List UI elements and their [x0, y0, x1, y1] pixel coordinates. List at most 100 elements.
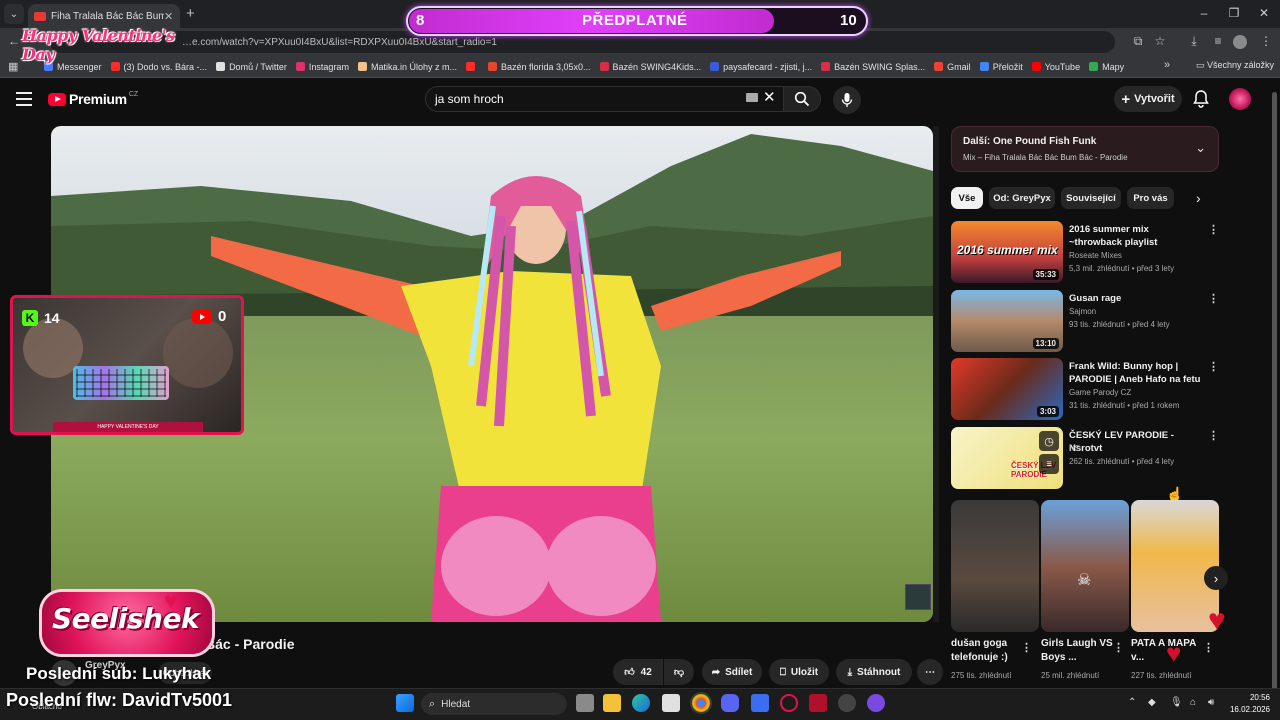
short-more-icon[interactable]: ⋮	[1021, 641, 1032, 654]
taskbar-clock[interactable]: 20:56 16.02.2026	[1228, 692, 1270, 716]
country-code: CZ	[128, 90, 139, 98]
related-video[interactable]: 3:03 Frank Wild: Bunny hop | PARODIE | A…	[951, 358, 1223, 420]
short-more-icon[interactable]: ⋮	[1203, 641, 1214, 654]
create-button[interactable]: + Vytvořit	[1114, 86, 1182, 112]
more-options-icon[interactable]: ⋮	[1208, 292, 1219, 305]
notifications-bell-icon[interactable]	[1192, 89, 1210, 109]
taskbar-search[interactable]: ⌕ Hledat	[421, 693, 567, 715]
edge-icon[interactable]	[632, 694, 650, 712]
bookmark-item[interactable]: (3) Dodo vs. Bára -...	[110, 62, 207, 72]
related-video[interactable]: ČESKÝ LEV PARODIE ◷ ≡ ČESKÝ LEV PARODIE …	[951, 427, 1223, 489]
short-thumbnail[interactable]	[1131, 500, 1219, 632]
tray-overflow-icon[interactable]: ⌃	[1128, 697, 1136, 708]
network-icon[interactable]: ⌂	[1190, 697, 1196, 708]
clear-search-icon[interactable]: ✕	[763, 88, 776, 106]
related-video-channel: Sajmon	[1069, 307, 1097, 316]
like-button[interactable]: 👍︎ 42	[613, 659, 663, 685]
close-window-button[interactable]: ✕	[1256, 6, 1272, 20]
youtube-logo[interactable]: Premium CZ	[48, 91, 138, 107]
video-duration: 3:03	[1036, 406, 1059, 417]
chevron-down-icon[interactable]: ⌄	[1195, 140, 1206, 156]
apps-grid-icon[interactable]: ▦	[8, 60, 22, 73]
clock-date: 16.02.2026	[1229, 705, 1270, 714]
app-icon[interactable]	[809, 694, 827, 712]
download-icon[interactable]: ⤓	[1186, 34, 1202, 49]
discord-icon[interactable]	[721, 694, 739, 712]
new-tab-button[interactable]: +	[186, 5, 195, 22]
more-actions-button[interactable]: ⋯	[917, 659, 943, 685]
bookmark-item[interactable]: Gmail	[934, 62, 971, 72]
opera-icon[interactable]	[780, 694, 798, 712]
bookmark-item[interactable]: Mapy	[1089, 62, 1124, 72]
chrome-icon[interactable]	[692, 694, 710, 712]
short-thumbnail[interactable]: ☠	[1041, 500, 1129, 632]
up-next-panel[interactable]: Další: One Pound Fish Funk Mix – Fiha Tr…	[951, 126, 1219, 172]
more-options-icon[interactable]: ⋮	[1208, 223, 1219, 236]
more-options-icon[interactable]: ⋮	[1208, 360, 1219, 373]
chip-all[interactable]: Vše	[951, 187, 983, 209]
windows-start-icon[interactable]	[396, 694, 414, 712]
obs-icon[interactable]	[838, 694, 856, 712]
bookmark-item[interactable]	[465, 62, 479, 71]
related-video-title: Frank Wild: Bunny hop | PARODIE | Aneb H…	[1069, 361, 1201, 385]
browser-tab[interactable]: Fiha Tralala Bác Bác Bum Bác ✕	[28, 4, 180, 28]
related-video-channel: Game Parody CZ	[1069, 388, 1132, 397]
bookmark-star-icon[interactable]: ☆	[1152, 34, 1168, 48]
bookmark-item[interactable]: YouTube	[1031, 62, 1080, 72]
short-title[interactable]: Girls Laugh VS Boys ...	[1041, 637, 1119, 665]
hamburger-menu-icon[interactable]	[16, 92, 32, 106]
store-icon[interactable]	[662, 694, 680, 712]
save-button[interactable]: ⎕ Uložit	[769, 659, 829, 685]
chips-next-icon[interactable]: ›	[1196, 190, 1201, 206]
search-input[interactable]: ja som hroch	[425, 86, 783, 112]
page-scrollbar[interactable]	[1272, 84, 1277, 692]
profile-avatar[interactable]	[1233, 35, 1247, 49]
bookmarks-overflow-icon[interactable]: »	[1164, 59, 1170, 71]
keyboard-icon[interactable]	[746, 93, 758, 102]
bookmark-item[interactable]: Bazén florida 3,05x0...	[487, 62, 591, 72]
install-app-icon[interactable]: ⧉	[1130, 34, 1146, 49]
bookmark-item[interactable]: Instagram	[295, 62, 349, 72]
menu-dots-icon[interactable]: ⋮	[1258, 34, 1274, 48]
reading-list-icon[interactable]: ≡	[1210, 34, 1226, 48]
related-video[interactable]: 2016 summer mix 35:33 2016 summer mix ~t…	[951, 221, 1223, 283]
shorts-next-button[interactable]: ›	[1204, 566, 1228, 590]
bookmark-item[interactable]: Bazén SWING Splas...	[821, 62, 925, 72]
tab-list-button[interactable]: ⌄	[4, 4, 24, 24]
microphone-tray-icon[interactable]: 🎙︎	[1170, 697, 1183, 708]
short-title[interactable]: dušan goga telefonuje :)	[951, 637, 1029, 665]
bookmark-item[interactable]: Přeložit	[979, 62, 1023, 72]
share-button[interactable]: ➦ Sdílet	[702, 659, 762, 685]
related-video-meta: 5,3 mil. zhlédnutí • před 3 lety	[1069, 264, 1175, 273]
maximize-button[interactable]: ❐	[1226, 6, 1242, 20]
search-button[interactable]	[783, 86, 821, 112]
file-explorer-icon[interactable]	[603, 694, 621, 712]
chip-related[interactable]: Související	[1061, 187, 1121, 209]
add-to-queue-icon[interactable]: ≡	[1039, 454, 1059, 474]
search-icon: ⌕	[429, 697, 436, 710]
back-icon[interactable]: ←	[6, 34, 22, 48]
app-icon[interactable]	[751, 694, 769, 712]
more-options-icon[interactable]: ⋮	[1208, 429, 1219, 442]
voice-search-button[interactable]	[833, 86, 861, 114]
chip-from-channel[interactable]: Od: GreyPyx	[989, 187, 1055, 209]
all-bookmarks-folder[interactable]: ▭ Všechny záložky	[1196, 60, 1274, 71]
bookmark-item[interactable]: paysafecard - zjisti, j...	[710, 62, 812, 72]
app-icon[interactable]	[867, 694, 885, 712]
download-button[interactable]: ⤓ Stáhnout	[836, 659, 912, 685]
watch-later-icon[interactable]: ◷	[1039, 431, 1059, 451]
bookmark-item[interactable]: Matika.in Úlohy z m...	[357, 62, 457, 72]
user-avatar[interactable]	[1229, 88, 1251, 110]
bookmark-item[interactable]: Domů / Twitter	[216, 62, 287, 72]
short-thumbnail[interactable]	[951, 500, 1039, 632]
bookmark-item[interactable]: Bazén SWING4Kids...	[599, 62, 701, 72]
short-more-icon[interactable]: ⋮	[1113, 641, 1124, 654]
minimize-button[interactable]: –	[1196, 6, 1212, 20]
tray-app-icon[interactable]: ◆	[1148, 697, 1156, 708]
related-video[interactable]: 13:10 Gusan rage Sajmon 93 tis. zhlédnut…	[951, 290, 1223, 352]
tab-close-icon[interactable]: ✕	[164, 10, 176, 23]
task-view-icon[interactable]	[576, 694, 594, 712]
chip-for-you[interactable]: Pro vás	[1127, 187, 1174, 209]
dislike-button[interactable]: 👎︎	[664, 659, 694, 685]
volume-icon[interactable]: 🔊︎	[1208, 697, 1214, 708]
